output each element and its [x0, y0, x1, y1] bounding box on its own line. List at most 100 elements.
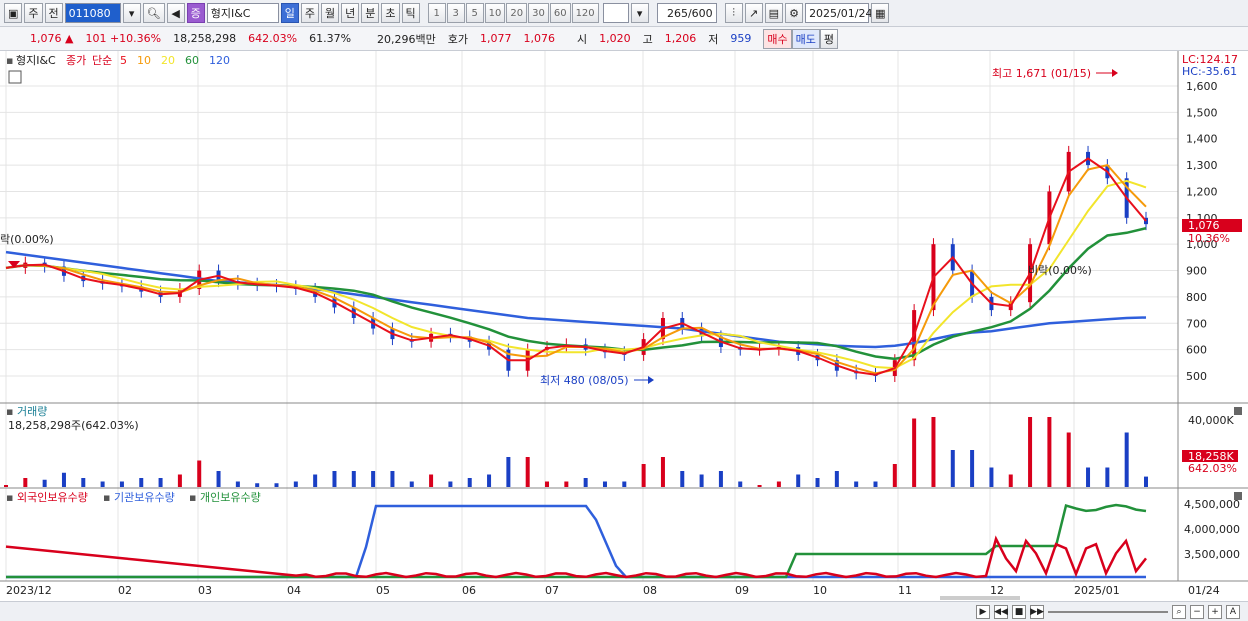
volume-title[interactable]: 거래량 — [17, 405, 47, 418]
interval-button-3[interactable]: 10 — [484, 3, 506, 23]
period-tab-2[interactable]: 월 — [321, 3, 340, 23]
volume-close-icon[interactable] — [1234, 407, 1242, 415]
holdings-marker-icon: ▪ — [189, 491, 196, 504]
volume-bar — [815, 478, 820, 487]
volume-bar — [42, 479, 47, 487]
holdings-axis: 4,500,000 4,000,000 3,500,000 — [1184, 498, 1240, 561]
save-icon[interactable]: ▤ — [764, 3, 784, 23]
right-annotation: 비락(0.00%) — [1028, 264, 1092, 277]
zoom-in-icon[interactable]: + — [1208, 604, 1222, 619]
volume-bar — [1066, 432, 1071, 487]
interval-input[interactable] — [602, 3, 629, 23]
interval-button-6[interactable]: 60 — [549, 3, 571, 23]
code-dropdown-icon[interactable]: ▾ — [122, 3, 141, 23]
zoom-search-icon[interactable]: ⌕ — [1172, 604, 1186, 619]
chart-scrollbar[interactable] — [940, 596, 1020, 600]
ma-legend-1[interactable]: 10 — [137, 54, 151, 67]
period-tab-3[interactable]: 년 — [341, 3, 360, 23]
volume-bar — [409, 481, 414, 487]
period-tab-5[interactable]: 초 — [381, 3, 400, 23]
interval-button-7[interactable]: 120 — [571, 3, 599, 23]
volume-bar — [197, 460, 202, 487]
volume-bar — [4, 485, 8, 487]
volume-bar — [1047, 417, 1052, 487]
legend-simple-label: 단순 — [92, 54, 112, 67]
holdings-marker-icon: ▪ — [103, 491, 110, 504]
holdings-tick-0: 4,500,000 — [1184, 498, 1240, 511]
stop-icon[interactable]: ■ — [1012, 604, 1026, 619]
stock-chart[interactable]: ▪ 형지I&C 종가 단순 5 10 20 60 120 LC:124.17 HC:-3… — [0, 51, 1248, 601]
interval-dropdown-icon[interactable]: ▾ — [630, 3, 649, 23]
period-tab-4[interactable]: 분 — [361, 3, 380, 23]
volume-bar — [718, 471, 723, 487]
drawing-tool-icon[interactable]: ↗ — [744, 3, 763, 23]
ask-price: 1,077 — [480, 32, 512, 45]
font-size-icon[interactable]: A — [1226, 604, 1240, 619]
trade-amount: 20,296백만 — [377, 32, 436, 46]
prev-button[interactable]: 전 — [44, 3, 63, 23]
volume-bar — [912, 418, 917, 487]
stock-code-input[interactable]: 011080 — [64, 3, 121, 23]
volume-bar — [119, 481, 124, 487]
candle-icon[interactable]: ⫶ — [724, 3, 743, 23]
ma-legend-2[interactable]: 20 — [161, 54, 175, 67]
chart-background — [0, 51, 1248, 601]
ma-legend-3[interactable]: 60 — [185, 54, 199, 67]
date-tick-12: 2025/01 — [1074, 584, 1120, 597]
volume-bar — [293, 481, 298, 487]
ma-legend-0[interactable]: 5 — [120, 54, 127, 67]
interval-button-1[interactable]: 3 — [446, 3, 465, 23]
volume-bar — [1086, 467, 1091, 487]
holdings-marker-icon: ▪ — [6, 491, 13, 504]
buy-button[interactable]: 매수 — [763, 28, 792, 49]
stock-name-field[interactable]: 형지I&C — [206, 3, 279, 23]
rewind-icon[interactable]: ◀◀ — [994, 604, 1008, 619]
low-annotation: 최저 480 (08/05) — [540, 374, 629, 387]
holdings-legend-1[interactable]: 기관보유수량 — [114, 491, 175, 504]
volume-bar — [757, 485, 762, 487]
date-tick-3: 04 — [287, 584, 301, 597]
sell-button[interactable]: 매도 — [791, 28, 820, 49]
interval-button-2[interactable]: 5 — [465, 3, 484, 23]
scroll-right-icon[interactable]: ▶ — [976, 604, 990, 619]
data-count-field[interactable]: 265/600 — [656, 3, 717, 23]
period-tab-1[interactable]: 주 — [300, 3, 319, 23]
holdings-legend-2[interactable]: 개인보유수량 — [200, 491, 261, 504]
volume-value: 18,258,298 — [173, 32, 237, 45]
volume-bar — [81, 478, 86, 487]
volume-ratio: 642.03% — [248, 32, 298, 45]
speaker-icon[interactable]: ◀ — [166, 3, 185, 23]
volume-bar — [622, 481, 627, 487]
date-tick-9: 10 — [813, 584, 827, 597]
interval-button-4[interactable]: 20 — [506, 3, 528, 23]
avg-button[interactable]: 평 — [819, 28, 839, 49]
window-icon[interactable]: ▣ — [4, 3, 23, 23]
interval-button-0[interactable]: 1 — [427, 3, 446, 23]
volume-bar — [313, 474, 318, 487]
volume-value-label: 18,258,298주(642.03%) — [8, 419, 139, 432]
gear-icon[interactable]: ⚙ — [785, 3, 804, 23]
holdings-legend-0[interactable]: 외국인보유수량 — [17, 491, 88, 504]
up-arrow-icon: ▲ — [65, 32, 74, 45]
zoom-slider[interactable] — [1048, 610, 1168, 613]
calendar-icon[interactable]: ▦ — [871, 3, 890, 23]
volume-bar — [332, 471, 337, 487]
date-tick-2: 03 — [198, 584, 212, 597]
type-select[interactable]: 주 — [24, 3, 43, 23]
zoom-out-icon[interactable]: − — [1190, 604, 1204, 619]
volume-bar — [371, 471, 376, 487]
search-icon[interactable]: 🔍︎ — [142, 3, 165, 23]
interval-button-5[interactable]: 30 — [528, 3, 549, 23]
legend-marker-icon: ▪ — [6, 54, 13, 67]
volume-bar — [950, 450, 955, 487]
name-prefix-badge: 증 — [186, 3, 205, 23]
date-tick-10: 11 — [898, 584, 912, 597]
date-field[interactable]: 2025/01/24 — [805, 3, 872, 23]
forward-icon[interactable]: ▶▶ — [1030, 604, 1044, 619]
period-tab-0[interactable]: 일 — [280, 3, 299, 23]
legend-stock-name[interactable]: 형지I&C — [16, 54, 56, 67]
ma-legend-4[interactable]: 120 — [209, 54, 230, 67]
period-tab-6[interactable]: 틱 — [401, 3, 420, 23]
change-pct: +10.36% — [109, 32, 162, 45]
volume-bar — [854, 481, 859, 487]
